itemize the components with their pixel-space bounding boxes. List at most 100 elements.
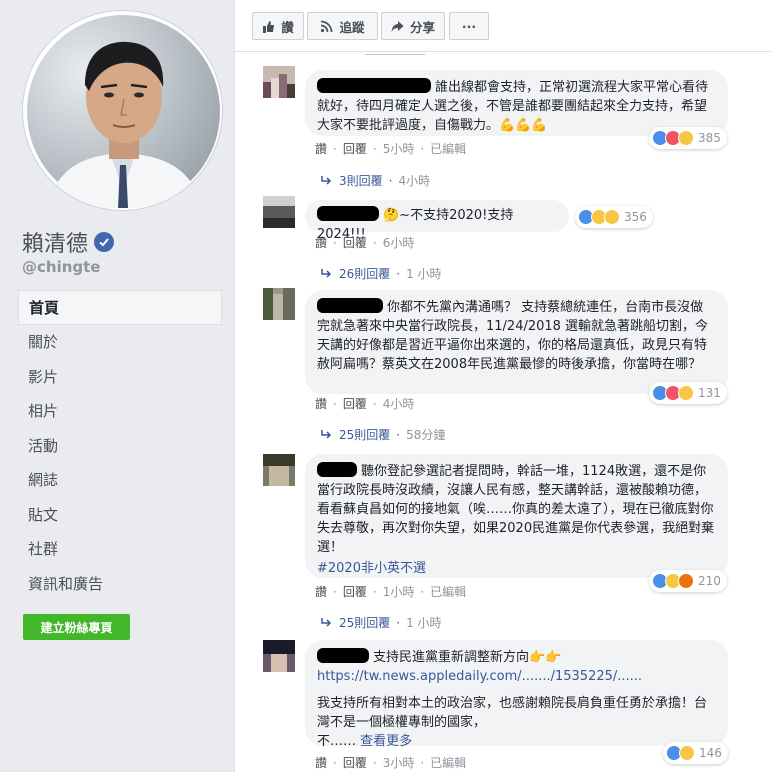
view-replies-link[interactable]: 25則回覆 · 58分鐘 bbox=[321, 426, 445, 443]
replies-count: 26則回覆 bbox=[339, 267, 391, 281]
comment-like-link[interactable]: 讚 bbox=[315, 583, 327, 600]
view-replies-link[interactable]: 26則回覆 · 1 小時 bbox=[321, 265, 442, 282]
commenter-avatar[interactable] bbox=[263, 66, 295, 98]
comment-url-link[interactable]: https://tw.news.appledaily.com/......./1… bbox=[317, 667, 716, 686]
replies-time: 58分鐘 bbox=[406, 428, 446, 442]
reaction-summary[interactable]: 131 bbox=[649, 382, 727, 404]
comment-actions: 讚 · 回覆 · 3小時 · 已編輯 bbox=[315, 754, 467, 771]
comments-panel: 讚 追蹤 分享 ··· 誰出線都會支持，正常初選流程大家平常心看待就好，待四月確… bbox=[234, 0, 771, 772]
comment-bubble: 你都不先黨內溝通嗎？ 支持蔡總統連任，台南市長沒做完就急著來中央當行政院長，11… bbox=[305, 290, 728, 394]
replies-count: 25則回覆 bbox=[339, 428, 391, 442]
comment-reply-link[interactable]: 回覆 bbox=[343, 754, 367, 771]
reaction-summary[interactable]: 385 bbox=[649, 127, 727, 149]
nav-item-events[interactable]: 活動 bbox=[18, 428, 222, 463]
redacted-author-name[interactable] bbox=[317, 78, 431, 93]
view-replies-link[interactable]: 25則回覆 · 1 小時 bbox=[321, 614, 442, 631]
comment-actions: 讚 · 回覆 · 4小時 bbox=[315, 395, 415, 412]
comment-like-link[interactable]: 讚 bbox=[315, 754, 327, 771]
reaction-summary[interactable]: 356 bbox=[575, 206, 653, 228]
comment-edited-label[interactable]: 已編輯 bbox=[430, 583, 466, 600]
see-more-link[interactable]: 查看更多 bbox=[360, 734, 412, 749]
create-page-button[interactable]: 建立粉絲專頁 bbox=[23, 614, 130, 640]
comment-truncated-line: 不…… 查看更多 bbox=[317, 732, 716, 751]
commenter-avatar[interactable] bbox=[263, 454, 295, 486]
follow-label: 追蹤 bbox=[339, 19, 365, 35]
reaction-icons bbox=[578, 209, 620, 225]
nav-item-home[interactable]: 首頁 bbox=[18, 290, 222, 325]
replies-time: 1 小時 bbox=[406, 616, 442, 630]
nav-item-info-ads[interactable]: 資訊和廣告 bbox=[18, 566, 222, 601]
replies-time: 4小時 bbox=[398, 174, 431, 188]
haha-reaction-icon bbox=[679, 745, 695, 761]
comment-actions: 讚 · 回覆 · 5小時 · 已編輯 bbox=[315, 140, 467, 157]
nav-item-about[interactable]: 關於 bbox=[18, 325, 222, 360]
share-label: 分享 bbox=[409, 19, 435, 35]
comment-ellipsis: 不…… bbox=[317, 734, 357, 749]
comment-reply-link[interactable]: 回覆 bbox=[343, 395, 367, 412]
rss-icon bbox=[321, 20, 333, 32]
comment-reply-link[interactable]: 回覆 bbox=[343, 140, 367, 157]
comment-bubble: 🤔~不支持2020!支持2024!!! bbox=[305, 200, 569, 242]
page-nav: 首頁 關於 影片 相片 活動 網誌 貼文 社群 資訊和廣告 bbox=[18, 290, 222, 601]
comment-bubble: 支持民進黨重新調整新方向👉👉 https://tw.news.appledail… bbox=[305, 640, 728, 749]
commenter-avatar[interactable] bbox=[263, 288, 295, 320]
page-name[interactable]: 賴清德 bbox=[22, 226, 115, 258]
reply-arrow-icon bbox=[321, 268, 332, 278]
redacted-author-name[interactable] bbox=[317, 462, 357, 477]
verified-badge-icon bbox=[94, 232, 115, 252]
nav-item-photos[interactable]: 相片 bbox=[18, 394, 222, 429]
profile-photo bbox=[27, 15, 220, 208]
reaction-icons bbox=[652, 385, 694, 401]
commenter-avatar[interactable] bbox=[263, 196, 295, 228]
like-page-button[interactable]: 讚 bbox=[252, 12, 304, 40]
share-arrow-icon bbox=[391, 20, 404, 32]
page-name-text[interactable]: 賴清德 bbox=[22, 226, 88, 258]
comment-body-text: 我支持所有相對本土的政治家，也感謝賴院長肩負重任勇於承擔！台灣不是一個極權專制的… bbox=[317, 696, 708, 730]
reaction-count: 131 bbox=[698, 386, 721, 400]
comment-timestamp[interactable]: 4小時 bbox=[383, 395, 415, 412]
more-options-button[interactable]: ··· bbox=[449, 12, 489, 40]
comment-like-link[interactable]: 讚 bbox=[315, 395, 327, 412]
comment-timestamp[interactable]: 5小時 bbox=[383, 140, 415, 157]
comment-text: 聽你登記參選記者提問時，幹話一堆，1124敗選，還不是你當行政院長時沒政績，沒讓… bbox=[317, 464, 715, 555]
reaction-count: 146 bbox=[699, 746, 722, 760]
commenter-avatar[interactable] bbox=[263, 640, 295, 672]
comment-bubble: 聽你登記參選記者提問時，幹話一堆，1124敗選，還不是你當行政院長時沒政績，沒讓… bbox=[305, 454, 728, 578]
comment-edited-label[interactable]: 已編輯 bbox=[430, 140, 466, 157]
view-replies-link[interactable]: 3則回覆 · 4小時 bbox=[321, 172, 430, 189]
comment-like-link[interactable]: 讚 bbox=[315, 140, 327, 157]
comment-edited-label[interactable]: 已編輯 bbox=[430, 754, 466, 771]
reaction-icons bbox=[666, 745, 695, 761]
comment-reply-link[interactable]: 回覆 bbox=[343, 234, 367, 251]
reaction-count: 385 bbox=[698, 131, 721, 145]
comment-text: 支持民進黨重新調整新方向👉👉 bbox=[373, 650, 562, 665]
comment-like-link[interactable]: 讚 bbox=[315, 234, 327, 251]
nav-item-community[interactable]: 社群 bbox=[18, 532, 222, 567]
follow-button[interactable]: 追蹤 bbox=[307, 12, 378, 40]
reaction-count: 356 bbox=[624, 210, 647, 224]
like-page-label: 讚 bbox=[281, 19, 294, 35]
nav-item-videos[interactable]: 影片 bbox=[18, 359, 222, 394]
profile-avatar[interactable] bbox=[22, 10, 223, 211]
reaction-icons bbox=[652, 130, 694, 146]
redacted-author-name[interactable] bbox=[317, 648, 369, 663]
reply-arrow-icon bbox=[321, 429, 332, 439]
wow-reaction-icon bbox=[678, 385, 694, 401]
nav-item-posts[interactable]: 貼文 bbox=[18, 497, 222, 532]
share-button[interactable]: 分享 bbox=[381, 12, 445, 40]
wow-reaction-icon bbox=[604, 209, 620, 225]
comment-timestamp[interactable]: 1小時 bbox=[383, 583, 415, 600]
nav-item-notes[interactable]: 網誌 bbox=[18, 463, 222, 498]
redacted-author-name[interactable] bbox=[317, 206, 379, 221]
redacted-author-name[interactable] bbox=[317, 298, 383, 313]
replies-count: 25則回覆 bbox=[339, 616, 391, 630]
comment-timestamp[interactable]: 3小時 bbox=[383, 754, 415, 771]
reaction-summary[interactable]: 210 bbox=[649, 570, 727, 592]
reaction-summary[interactable]: 146 bbox=[663, 742, 728, 764]
page-handle[interactable]: @chingte bbox=[22, 258, 100, 276]
comment-timestamp[interactable]: 6小時 bbox=[383, 234, 415, 251]
comment-reply-link[interactable]: 回覆 bbox=[343, 583, 367, 600]
angry-reaction-icon bbox=[678, 573, 694, 589]
reply-arrow-icon bbox=[321, 617, 332, 627]
haha-reaction-icon bbox=[678, 130, 694, 146]
